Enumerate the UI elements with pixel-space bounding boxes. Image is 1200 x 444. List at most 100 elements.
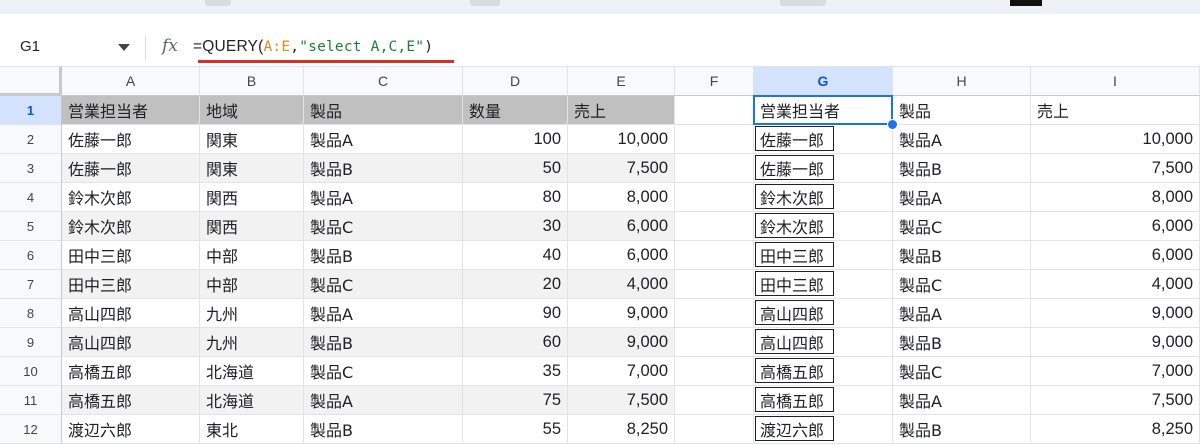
row-header-1[interactable]: 1 [0, 96, 62, 125]
cell-g9[interactable]: 高山四郎 [754, 328, 893, 357]
cell-f7[interactable] [675, 270, 754, 299]
cell-b4[interactable]: 関西 [200, 183, 304, 212]
cell-i4[interactable]: 8,000 [1031, 183, 1200, 212]
cell-h6[interactable]: 製品B [893, 241, 1031, 270]
cell-a10[interactable]: 高橋五郎 [62, 357, 200, 386]
cell-h10[interactable]: 製品C [893, 357, 1031, 386]
cell-h5[interactable]: 製品C [893, 212, 1031, 241]
cell-i3[interactable]: 7,500 [1031, 154, 1200, 183]
row-header-4[interactable]: 4 [0, 183, 62, 212]
row-header-10[interactable]: 10 [0, 357, 62, 386]
cell-c3[interactable]: 製品B [304, 154, 463, 183]
cell-d7[interactable]: 20 [463, 270, 568, 299]
cell-e5[interactable]: 6,000 [568, 212, 675, 241]
cell-f6[interactable] [675, 241, 754, 270]
fill-handle[interactable] [887, 119, 898, 130]
row-header-7[interactable]: 7 [0, 270, 62, 299]
cell-b11[interactable]: 北海道 [200, 386, 304, 415]
cell-g2[interactable]: 佐藤一郎 [754, 125, 893, 154]
select-all-corner[interactable] [0, 67, 62, 96]
cell-c4[interactable]: 製品A [304, 183, 463, 212]
cell-f3[interactable] [675, 154, 754, 183]
cell-b8[interactable]: 九州 [200, 299, 304, 328]
cell-g10[interactable]: 高橋五郎 [754, 357, 893, 386]
cell-g8[interactable]: 高山四郎 [754, 299, 893, 328]
row-header-3[interactable]: 3 [0, 154, 62, 183]
cell-g5[interactable]: 鈴木次郎 [754, 212, 893, 241]
cell-h1[interactable]: 製品 [893, 96, 1031, 125]
cell-h8[interactable]: 製品A [893, 299, 1031, 328]
cell-f11[interactable] [675, 386, 754, 415]
row-header-8[interactable]: 8 [0, 299, 62, 328]
cell-f5[interactable] [675, 212, 754, 241]
cell-g1[interactable]: 営業担当者 [754, 96, 893, 125]
column-header-b[interactable]: B [200, 67, 304, 96]
cell-f10[interactable] [675, 357, 754, 386]
column-header-c[interactable]: C [304, 67, 463, 96]
formula-input[interactable]: =QUERY(A:E,"select A,C,E") [193, 38, 433, 56]
cell-a5[interactable]: 鈴木次郎 [62, 212, 200, 241]
cell-c6[interactable]: 製品B [304, 241, 463, 270]
cell-i6[interactable]: 6,000 [1031, 241, 1200, 270]
toolbar-button[interactable] [205, 0, 231, 6]
cell-f1[interactable] [675, 96, 754, 125]
cell-e2[interactable]: 10,000 [568, 125, 675, 154]
cell-d8[interactable]: 90 [463, 299, 568, 328]
cell-h7[interactable]: 製品C [893, 270, 1031, 299]
cell-c10[interactable]: 製品C [304, 357, 463, 386]
cell-c7[interactable]: 製品C [304, 270, 463, 299]
cell-a8[interactable]: 高山四郎 [62, 299, 200, 328]
cell-i2[interactable]: 10,000 [1031, 125, 1200, 154]
cell-h4[interactable]: 製品A [893, 183, 1031, 212]
cell-i5[interactable]: 6,000 [1031, 212, 1200, 241]
cell-e8[interactable]: 9,000 [568, 299, 675, 328]
cell-c9[interactable]: 製品B [304, 328, 463, 357]
cell-d11[interactable]: 75 [463, 386, 568, 415]
toolbar-color-swatch[interactable] [1010, 0, 1042, 6]
cell-i10[interactable]: 7,000 [1031, 357, 1200, 386]
cell-h2[interactable]: 製品A [893, 125, 1031, 154]
cell-h11[interactable]: 製品A [893, 386, 1031, 415]
cell-i1[interactable]: 売上 [1031, 96, 1200, 125]
cell-f4[interactable] [675, 183, 754, 212]
cell-c5[interactable]: 製品C [304, 212, 463, 241]
column-header-f[interactable]: F [675, 67, 754, 96]
cell-e10[interactable]: 7,000 [568, 357, 675, 386]
column-header-h[interactable]: H [893, 67, 1031, 96]
cell-b1[interactable]: 地域 [200, 96, 304, 125]
cell-a2[interactable]: 佐藤一郎 [62, 125, 200, 154]
name-box[interactable]: G1 [20, 38, 40, 55]
column-header-d[interactable]: D [463, 67, 568, 96]
cell-i11[interactable]: 7,500 [1031, 386, 1200, 415]
cell-a6[interactable]: 田中三郎 [62, 241, 200, 270]
cell-d4[interactable]: 80 [463, 183, 568, 212]
row-header-6[interactable]: 6 [0, 241, 62, 270]
cell-d2[interactable]: 100 [463, 125, 568, 154]
cell-g4[interactable]: 鈴木次郎 [754, 183, 893, 212]
cell-b6[interactable]: 中部 [200, 241, 304, 270]
cell-b3[interactable]: 関東 [200, 154, 304, 183]
column-header-e[interactable]: E [568, 67, 675, 96]
cell-d9[interactable]: 60 [463, 328, 568, 357]
cell-e9[interactable]: 9,000 [568, 328, 675, 357]
cell-i7[interactable]: 4,000 [1031, 270, 1200, 299]
cell-a3[interactable]: 佐藤一郎 [62, 154, 200, 183]
cell-i8[interactable]: 9,000 [1031, 299, 1200, 328]
cell-b7[interactable]: 中部 [200, 270, 304, 299]
cell-d5[interactable]: 30 [463, 212, 568, 241]
cell-f8[interactable] [675, 299, 754, 328]
cell-c11[interactable]: 製品A [304, 386, 463, 415]
cell-e7[interactable]: 4,000 [568, 270, 675, 299]
cell-g7[interactable]: 田中三郎 [754, 270, 893, 299]
cell-i9[interactable]: 9,000 [1031, 328, 1200, 357]
cell-g11[interactable]: 高橋五郎 [754, 386, 893, 415]
cell-e6[interactable]: 6,000 [568, 241, 675, 270]
cell-d1[interactable]: 数量 [463, 96, 568, 125]
cell-b5[interactable]: 関西 [200, 212, 304, 241]
cell-g3[interactable]: 佐藤一郎 [754, 154, 893, 183]
cell-a4[interactable]: 鈴木次郎 [62, 183, 200, 212]
toolbar-button[interactable] [470, 0, 500, 6]
row-header-2[interactable]: 2 [0, 125, 62, 154]
cell-g6[interactable]: 田中三郎 [754, 241, 893, 270]
cell-e4[interactable]: 8,000 [568, 183, 675, 212]
